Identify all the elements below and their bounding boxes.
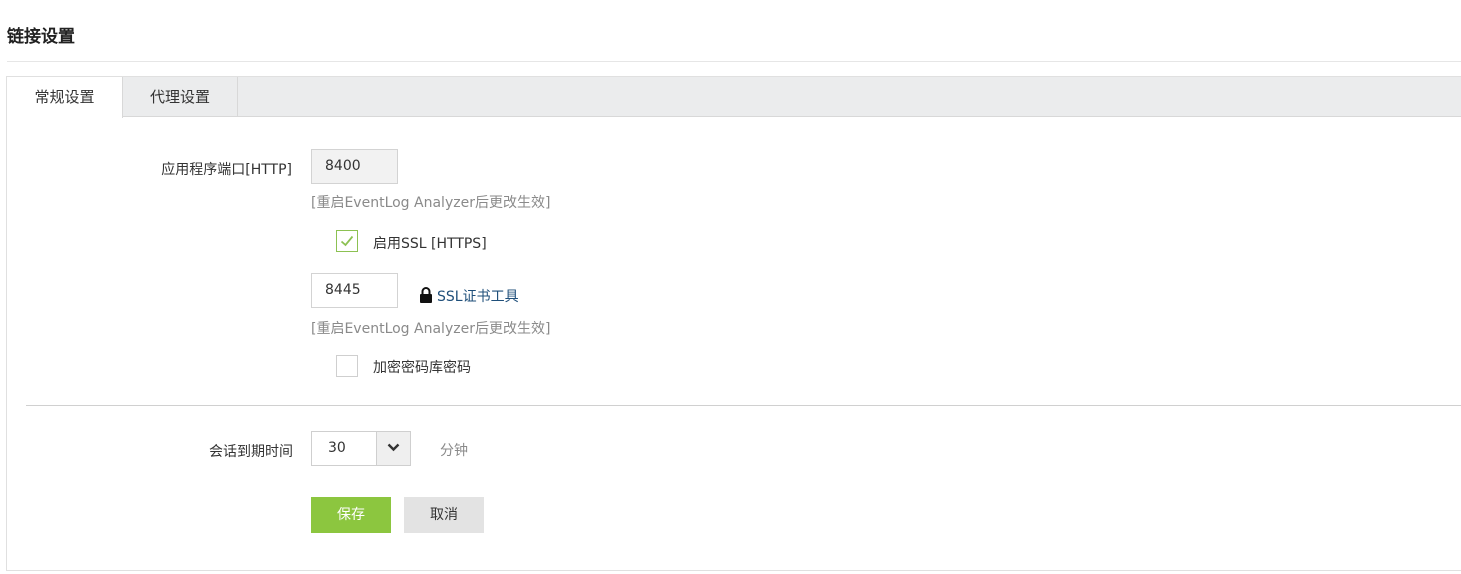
ssl-restart-hint: [重启EventLog Analyzer后更改生效]: [311, 321, 551, 337]
save-button[interactable]: 保存: [311, 497, 391, 533]
http-port-label: 应用程序端口[HTTP]: [161, 162, 292, 178]
section-divider: [26, 405, 1461, 406]
tab-general-settings[interactable]: 常规设置: [7, 77, 123, 118]
chevron-down-icon: [387, 443, 400, 452]
encrypt-password-label: 加密密码库密码: [373, 360, 471, 376]
session-timeout-label: 会话到期时间: [209, 444, 293, 460]
http-restart-hint: [重启EventLog Analyzer后更改生效]: [311, 195, 551, 211]
tab-proxy-settings[interactable]: 代理设置: [123, 77, 238, 117]
session-timeout-unit: 分钟: [440, 443, 468, 459]
lock-icon: [420, 287, 432, 303]
dropdown-toggle[interactable]: [376, 432, 410, 465]
enable-ssl-checkbox[interactable]: [336, 230, 358, 252]
ssl-port-input[interactable]: 8445: [311, 273, 398, 308]
encrypt-password-checkbox[interactable]: [336, 355, 358, 377]
http-port-input[interactable]: 8400: [311, 149, 398, 184]
cancel-button[interactable]: 取消: [404, 497, 484, 533]
title-divider: [7, 61, 1461, 62]
enable-ssl-label: 启用SSL [HTTPS]: [373, 236, 487, 252]
page-title: 链接设置: [7, 27, 75, 47]
ssl-certificate-tool-link[interactable]: SSL证书工具: [437, 286, 519, 306]
session-timeout-select[interactable]: 30: [311, 431, 411, 466]
session-timeout-value: 30: [328, 440, 346, 456]
settings-panel: 常规设置 代理设置 应用程序端口[HTTP] 8400 [重启EventLog …: [6, 76, 1461, 571]
check-icon: [340, 235, 354, 247]
tab-bar: 常规设置 代理设置: [7, 77, 1461, 118]
